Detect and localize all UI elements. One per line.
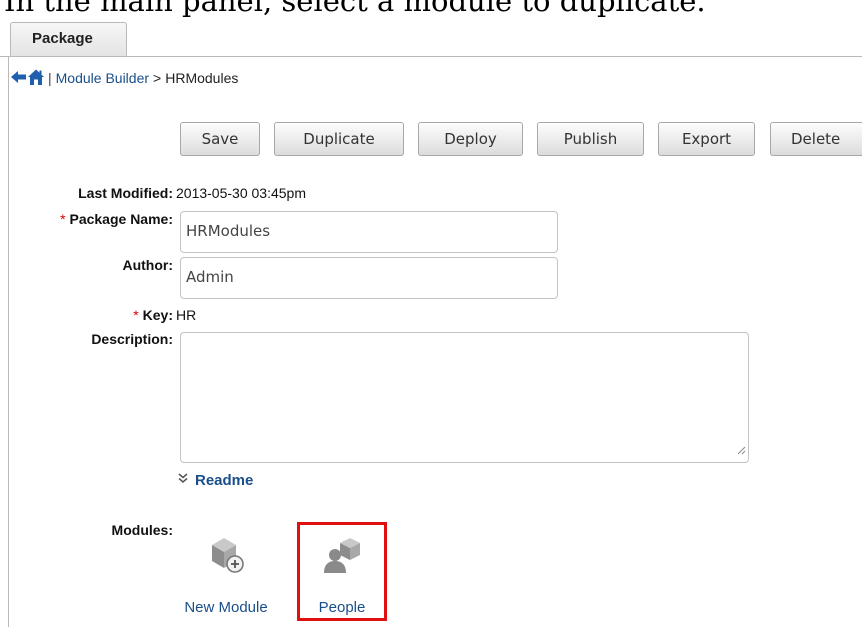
instruction-caption: In the main panel, select a module to du… (4, 0, 706, 18)
module-new-module[interactable]: New Module (180, 525, 272, 616)
key-label: * Key: (133, 307, 173, 323)
last-modified-value: 2013-05-30 03:45pm (176, 185, 306, 201)
package-name-field[interactable]: HRModules (180, 211, 558, 253)
save-button[interactable]: Save (180, 122, 260, 156)
author-label: Author: (122, 257, 173, 273)
breadcrumb-arrow: > (153, 70, 162, 86)
description-field[interactable] (180, 332, 749, 463)
module-people[interactable]: People (297, 525, 387, 616)
description-label: Description: (91, 331, 173, 347)
tab-package[interactable]: Package (10, 22, 127, 56)
tab-bar: Package (0, 18, 862, 57)
delete-button[interactable]: Delete (770, 122, 862, 156)
deploy-button[interactable]: Deploy (418, 122, 523, 156)
export-button[interactable]: Export (658, 122, 755, 156)
breadcrumb: | Module Builder > HRModules (10, 67, 238, 89)
double-chevron-down-icon (176, 471, 195, 489)
readme-toggle[interactable]: Readme (176, 471, 253, 489)
key-label-text: Key: (142, 307, 173, 323)
home-icon[interactable] (27, 68, 45, 89)
duplicate-button[interactable]: Duplicate (274, 122, 404, 156)
author-field[interactable]: Admin (180, 257, 558, 299)
breadcrumb-module-builder-link[interactable]: Module Builder (56, 70, 149, 86)
new-module-icon (180, 525, 272, 577)
new-module-label: New Module (184, 599, 268, 616)
back-arrow-icon[interactable] (10, 69, 27, 88)
breadcrumb-separator: | (48, 70, 52, 86)
breadcrumb-current: HRModules (165, 70, 239, 86)
panel-border (8, 57, 9, 627)
readme-label: Readme (195, 471, 254, 489)
key-value: HR (176, 307, 197, 323)
publish-button[interactable]: Publish (537, 122, 644, 156)
people-module-icon (297, 525, 387, 577)
last-modified-label: Last Modified: (78, 185, 173, 201)
people-label: People (318, 599, 366, 616)
modules-label: Modules: (111, 522, 173, 538)
required-marker: * (60, 211, 66, 227)
package-name-label-text: Package Name: (69, 211, 173, 227)
required-marker: * (133, 307, 139, 323)
package-name-label: * Package Name: (60, 211, 173, 227)
resize-grip-icon[interactable] (737, 442, 746, 460)
